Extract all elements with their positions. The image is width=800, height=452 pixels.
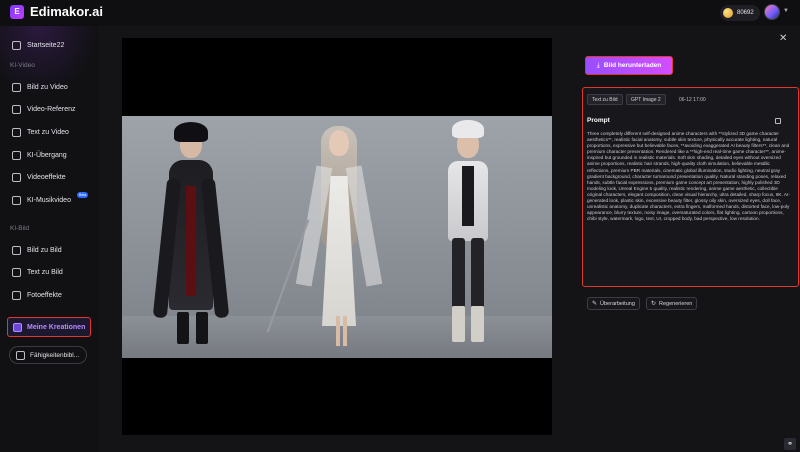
sidebar-item-photo-effects[interactable]: Fotoeffekte: [12, 288, 62, 302]
sidebar-item-ai-transition[interactable]: KI-Übergang: [12, 148, 67, 162]
effects-icon: [12, 172, 21, 182]
prompt-title: Prompt: [587, 117, 610, 124]
close-icon[interactable]: ✕: [779, 33, 787, 44]
generated-image[interactable]: [122, 116, 552, 358]
music-video-icon: [12, 195, 21, 205]
link-icon[interactable]: ⚭: [784, 438, 796, 450]
text-video-icon: [12, 127, 21, 137]
sidebar-item-video-reference[interactable]: Video-Referenz: [12, 102, 76, 116]
creation-date: 06-12 17:00: [679, 97, 706, 103]
app-logo[interactable]: E Edimakor.ai: [10, 4, 103, 19]
image-image-icon: [12, 245, 21, 255]
chip-text-to-image: Text zu Bild: [587, 94, 623, 105]
chip-model: GPT Image 2: [626, 94, 666, 105]
sidebar-item-video-effects[interactable]: Videoeffekte: [12, 170, 66, 184]
image-video-icon: [12, 82, 21, 92]
beta-badge: Beta: [77, 192, 89, 198]
home-icon: [12, 40, 21, 50]
chevron-down-icon[interactable]: ▼: [783, 8, 789, 14]
download-icon: ⤓: [596, 61, 600, 69]
sidebar-item-text-to-image[interactable]: Text zu Bild: [12, 265, 63, 279]
folder-icon: [13, 322, 22, 332]
transition-icon: [12, 150, 21, 160]
prompt-text: Three completely different self-designed…: [587, 131, 790, 222]
sidebar-item-home[interactable]: Startseite22: [12, 38, 64, 52]
coin-icon: [723, 8, 733, 18]
top-bar: E Edimakor.ai 80692 ▼: [0, 0, 800, 26]
sidebar-item-my-creations[interactable]: Meine Kreationen: [7, 317, 91, 337]
edit-button[interactable]: ✎ Überarbeitung: [587, 297, 640, 310]
edit-icon: ✎: [592, 301, 598, 307]
library-icon: [16, 350, 25, 360]
app-title: Edimakor.ai: [30, 4, 103, 19]
copy-icon[interactable]: [775, 118, 781, 124]
logo-icon: E: [10, 4, 24, 19]
text-image-icon: [12, 267, 21, 277]
section-label-image: KI-Bild: [10, 225, 30, 232]
credits-badge[interactable]: 80692: [720, 5, 760, 21]
sidebar-item-ai-music-video[interactable]: KI-Musikvideo: [12, 193, 71, 207]
sidebar-item-image-to-video[interactable]: Bild zu Video: [12, 80, 68, 94]
credits-value: 80692: [737, 10, 754, 16]
section-label-video: KI-Video: [10, 62, 35, 69]
sidebar-item-image-to-image[interactable]: Bild zu Bild: [12, 243, 62, 257]
skills-library-button[interactable]: Fähigkeitenbibl...: [9, 346, 87, 364]
photo-effects-icon: [12, 290, 21, 300]
refresh-icon: ↻: [651, 301, 657, 307]
regenerate-button[interactable]: ↻ Regenerieren: [646, 297, 698, 310]
download-image-button[interactable]: ⤓ Bild herunterladen: [585, 56, 673, 75]
avatar[interactable]: [764, 4, 780, 20]
video-reference-icon: [12, 104, 21, 114]
sidebar-item-text-to-video[interactable]: Text zu Video: [12, 125, 69, 139]
